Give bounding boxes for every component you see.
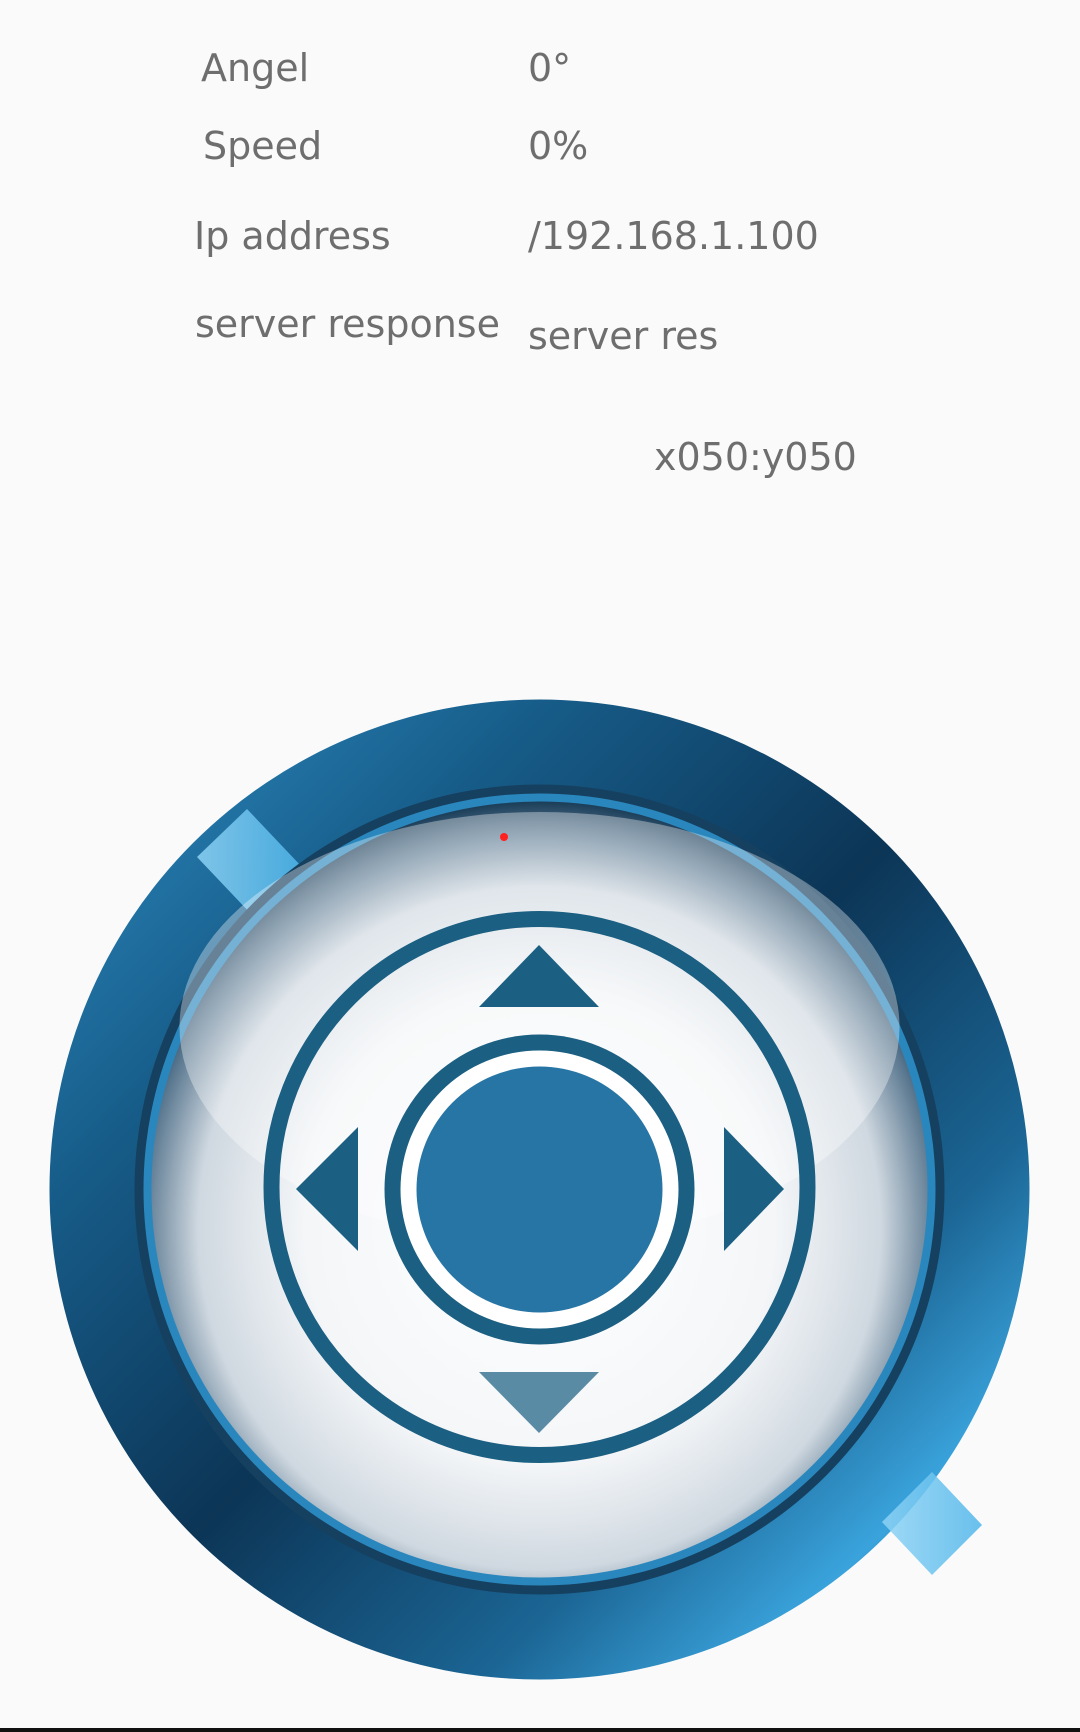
server-response-value: server res bbox=[528, 314, 719, 358]
angle-label: Angel bbox=[201, 46, 310, 90]
speed-value: 0% bbox=[528, 124, 589, 168]
joystick-coordinates: x050:y050 bbox=[654, 435, 857, 479]
angle-value: 0° bbox=[528, 46, 572, 90]
ip-address-value: /192.168.1.100 bbox=[528, 214, 819, 258]
ip-address-label: Ip address bbox=[194, 214, 391, 258]
joystick-knob[interactable] bbox=[416, 1066, 663, 1313]
navigation-divider bbox=[0, 1728, 1080, 1732]
server-response-label: server response bbox=[195, 302, 500, 346]
joystick-pad[interactable] bbox=[47, 697, 1032, 1682]
speed-label: Speed bbox=[203, 124, 323, 168]
joystick-screen: Angel 0° Speed 0% Ip address /192.168.1.… bbox=[0, 0, 1080, 1732]
position-indicator bbox=[500, 833, 508, 841]
